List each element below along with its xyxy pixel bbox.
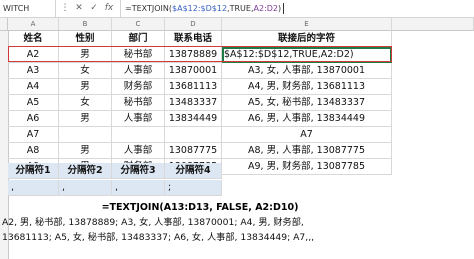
separator-header-1[interactable]: 分隔符1 [8, 163, 59, 179]
formula-part: ) [278, 4, 282, 13]
cell-gender[interactable]: 男 [59, 79, 112, 95]
cell-phone[interactable]: 13483337 [165, 95, 222, 111]
cell-joined[interactable]: A3, 女, 人事部, 13870001 [222, 63, 392, 79]
cell-phone[interactable]: 13878889 [165, 47, 222, 63]
cell-gender[interactable]: 男 [59, 111, 112, 127]
cell-name[interactable]: A7 [8, 127, 59, 143]
cell-gender[interactable]: 女 [59, 63, 112, 79]
insert-function-icon[interactable]: fx [102, 0, 116, 17]
cell-name[interactable]: A2 [8, 47, 59, 63]
formula-bar: WITCH ⋮ ✕ ✓ fx =TEXTJOIN($A$12:$D$12,TRU… [0, 0, 474, 18]
cell-department[interactable]: 秘书部 [112, 95, 165, 111]
header-name[interactable]: 姓名 [8, 31, 59, 47]
more-options-icon[interactable]: ⋮ [58, 0, 72, 17]
header-joined[interactable]: 联接后的字符 [222, 31, 392, 47]
cell-joined[interactable]: A9, 男, 财务部, 13087785 [222, 159, 392, 175]
cell-department[interactable]: 人事部 [112, 63, 165, 79]
cell-phone[interactable]: 13834449 [165, 111, 222, 127]
cancel-icon[interactable]: ✕ [72, 0, 86, 17]
cell-name[interactable]: A5 [8, 95, 59, 111]
cell-joined[interactable]: A4, 男, 财务部, 13681113 [222, 79, 392, 95]
cell-name[interactable]: A6 [8, 111, 59, 127]
formula-part: =TEXTJOIN( [125, 4, 172, 13]
formula-part: ,TRUE, [227, 4, 254, 13]
name-box[interactable]: WITCH [0, 0, 56, 17]
column-header-f[interactable] [392, 18, 474, 31]
cell-phone[interactable]: 13087775 [165, 143, 222, 159]
enter-icon[interactable]: ✓ [87, 0, 101, 17]
cell-department[interactable]: 人事部 [112, 111, 165, 127]
cell-joined[interactable]: A7 [222, 127, 392, 143]
formula-part: A2:D2 [253, 4, 279, 13]
separator-value-3[interactable]: , [112, 180, 165, 196]
separator-header-3[interactable]: 分隔符3 [112, 163, 165, 179]
separator-value-1[interactable]: , [8, 180, 59, 196]
textjoin-formula-text[interactable]: =TEXTJOIN(A13:D13, FALSE, A2:D10) [8, 201, 392, 215]
cell-department[interactable]: 财务部 [112, 79, 165, 95]
cell-gender[interactable] [59, 127, 112, 143]
column-header-d[interactable]: D [165, 18, 222, 31]
cell-gender[interactable]: 男 [59, 143, 112, 159]
cell-gender[interactable]: 女 [59, 95, 112, 111]
formula-part: $A$12:$D$12 [172, 4, 228, 13]
column-header-c[interactable]: C [112, 18, 165, 31]
cell-phone[interactable]: 13681113 [165, 79, 222, 95]
separator-header-2[interactable]: 分隔符2 [59, 163, 112, 179]
header-gender[interactable]: 性别 [59, 31, 112, 47]
separator-value-4[interactable]: ; [165, 180, 222, 196]
cell-department[interactable] [112, 127, 165, 143]
formula-input[interactable]: =TEXTJOIN($A$12:$D$12,TRUE,A2:D2) [120, 0, 474, 17]
header-phone[interactable]: 联系电话 [165, 31, 222, 47]
cell-phone[interactable] [165, 127, 222, 143]
cell-department[interactable]: 秘书部 [112, 47, 165, 63]
cell-name[interactable]: A3 [8, 63, 59, 79]
column-header-b[interactable]: B [59, 18, 112, 31]
cell-joined[interactable]: $A$12:$D$12,TRUE,A2:D2) [222, 47, 392, 63]
text-cursor [283, 3, 285, 14]
select-all-corner[interactable] [0, 18, 8, 31]
cell-joined[interactable]: A6, 男, 人事部, 13834449 [222, 111, 392, 127]
cell-name[interactable]: A4 [8, 79, 59, 95]
result-line-2[interactable]: 13681113; A5, 女, 秘书部, 13483337; A6, 女, 人… [2, 231, 314, 245]
cell-name[interactable]: A8 [8, 143, 59, 159]
cell-joined[interactable]: A5, 女, 秘书部, 13483337 [222, 95, 392, 111]
result-line-1[interactable]: A2, 男, 秘书部, 13878889; A3, 女, 人事部, 138700… [2, 216, 304, 230]
separator-header-4[interactable]: 分隔符4 [165, 163, 222, 179]
cell-joined[interactable]: A8, 男, 人事部, 13087775 [222, 143, 392, 159]
cell-department[interactable]: 人事部 [112, 143, 165, 159]
cell-gender[interactable]: 男 [59, 47, 112, 63]
cell-phone[interactable]: 13870001 [165, 63, 222, 79]
column-header-e[interactable]: E [222, 18, 392, 31]
column-header-a[interactable]: A [8, 18, 59, 31]
header-department[interactable]: 部门 [112, 31, 165, 47]
separator-value-2[interactable]: , [59, 180, 112, 196]
